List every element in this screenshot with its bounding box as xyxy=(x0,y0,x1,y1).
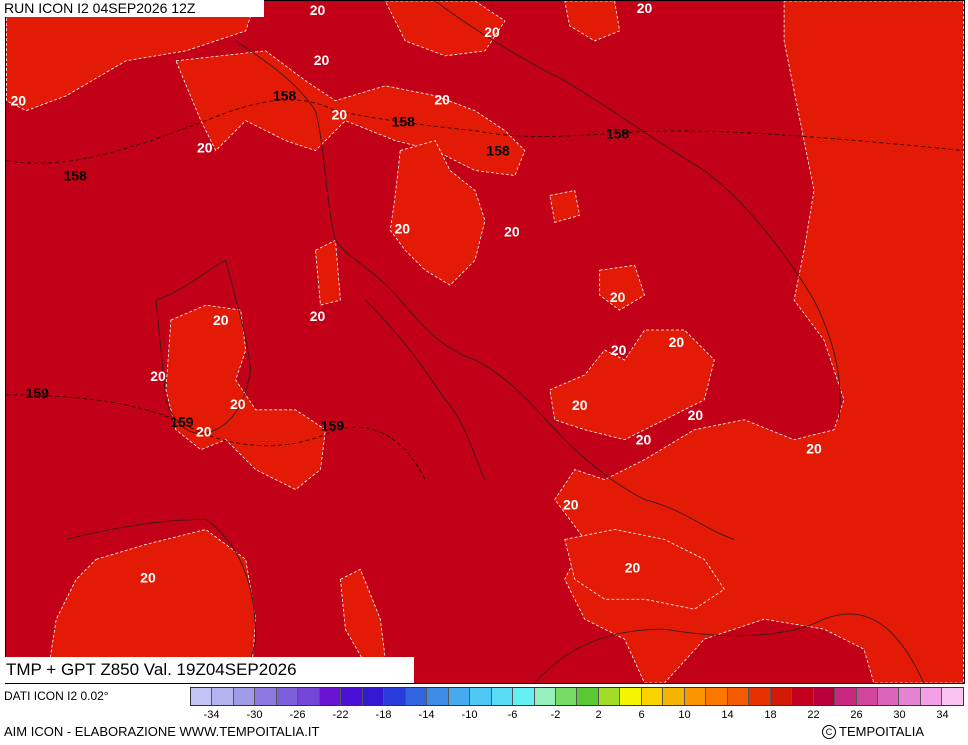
legend-tick-label: 6 xyxy=(638,709,645,721)
temp-label: 20 xyxy=(140,569,156,585)
weather-map: 20 20 20 20 20 20 20 20 20 20 20 20 20 2… xyxy=(5,0,965,684)
legend-swatch xyxy=(341,688,363,705)
temp-label: 20 xyxy=(230,396,246,412)
legend-tick-label: -30 xyxy=(246,709,263,721)
gpt-label: 158 xyxy=(273,88,297,104)
legend-tick-label: -14 xyxy=(418,709,435,721)
temp-label: 20 xyxy=(197,140,213,156)
gpt-label: 159 xyxy=(170,414,194,430)
legend-swatch xyxy=(706,688,728,705)
temp-label: 20 xyxy=(11,93,27,109)
legend-tick-label: 30 xyxy=(893,709,906,721)
copyright-icon: C xyxy=(822,725,836,739)
temp-label: 20 xyxy=(504,223,520,239)
legend-swatch xyxy=(792,688,814,705)
legend-swatch xyxy=(727,688,750,705)
legend-swatch xyxy=(427,688,449,705)
data-source-label: DATI ICON I2 0.02° xyxy=(4,689,109,703)
legend-swatch xyxy=(749,688,771,705)
legend-swatch xyxy=(620,688,642,705)
legend-swatch xyxy=(298,688,320,705)
legend-swatch xyxy=(577,688,599,705)
legend-swatch xyxy=(555,688,578,705)
legend-swatch xyxy=(878,688,900,705)
temp-label: 20 xyxy=(150,368,166,384)
temp-label: 20 xyxy=(310,308,326,324)
legend-swatch xyxy=(813,688,836,705)
legend-swatch xyxy=(598,688,621,705)
legend-swatch xyxy=(856,688,878,705)
legend-swatch xyxy=(899,688,921,705)
legend-tick-label: -6 xyxy=(507,709,518,721)
gpt-label: 158 xyxy=(486,143,510,159)
temp-label: 20 xyxy=(434,92,450,108)
legend-tick-label: -18 xyxy=(375,709,392,721)
legend-swatch xyxy=(942,688,963,705)
legend-swatch xyxy=(319,688,342,705)
legend-tick-label: -26 xyxy=(289,709,306,721)
run-label: RUN ICON I2 04SEP2026 12Z xyxy=(0,0,264,17)
legend-swatch xyxy=(255,688,277,705)
temp-label: 20 xyxy=(314,52,330,68)
legend-swatch xyxy=(513,688,535,705)
legend-swatch xyxy=(684,688,707,705)
legend-swatch xyxy=(641,688,664,705)
legend-tick-label: 26 xyxy=(850,709,863,721)
legend-swatch xyxy=(276,688,299,705)
color-legend xyxy=(190,687,964,706)
map-title: TMP + GPT Z850 Val. 19Z04SEP2026 xyxy=(0,657,414,683)
map-canvas: 20 20 20 20 20 20 20 20 20 20 20 20 20 2… xyxy=(6,1,964,683)
legend-swatch xyxy=(663,688,685,705)
temp-label: 20 xyxy=(611,342,627,358)
temp-label: 20 xyxy=(332,107,348,123)
legend-swatch xyxy=(920,688,943,705)
gpt-label: 158 xyxy=(392,114,416,130)
temp-label: 20 xyxy=(637,1,653,16)
legend-swatch xyxy=(770,688,793,705)
legend-swatch xyxy=(362,688,385,705)
legend-swatch xyxy=(448,688,471,705)
legend-swatch xyxy=(534,688,556,705)
temp-label: 20 xyxy=(688,407,704,423)
legend-tick-label: 18 xyxy=(764,709,777,721)
temp-label: 20 xyxy=(394,220,410,236)
legend-tick-label: 22 xyxy=(807,709,820,721)
legend-swatch xyxy=(405,688,428,705)
gpt-label: 159 xyxy=(26,385,50,401)
temp-label: 20 xyxy=(572,397,588,413)
legend-swatch xyxy=(491,688,514,705)
temp-label: 20 xyxy=(806,441,822,457)
brand-label: TEMPOITALIA xyxy=(839,724,924,739)
legend-tick-label: -34 xyxy=(203,709,220,721)
legend-tick-label: -22 xyxy=(332,709,349,721)
legend-tick-label: 2 xyxy=(595,709,602,721)
legend-swatch xyxy=(191,688,213,705)
temp-label: 20 xyxy=(310,2,326,18)
legend-swatch xyxy=(212,688,234,705)
temp-label: 20 xyxy=(213,312,229,328)
footer-brand[interactable]: C TEMPOITALIA xyxy=(822,724,924,740)
gpt-label: 158 xyxy=(606,126,630,142)
legend-tick-label: 10 xyxy=(678,709,691,721)
temp-label: 20 xyxy=(636,432,652,448)
temp-label: 20 xyxy=(196,424,212,440)
temp-label: 20 xyxy=(40,20,56,36)
legend-tick-label: -10 xyxy=(461,709,478,721)
footer-source: AIM ICON - ELABORAZIONE WWW.TEMPOITALIA.… xyxy=(4,724,320,739)
legend-tick-label: -2 xyxy=(550,709,561,721)
temp-label: 20 xyxy=(484,24,500,40)
gpt-label: 159 xyxy=(321,418,345,434)
legend-swatch xyxy=(233,688,256,705)
legend-tick-label: 34 xyxy=(936,709,949,721)
temp-label: 20 xyxy=(625,559,641,575)
temp-label: 20 xyxy=(563,497,579,513)
legend-swatch xyxy=(835,688,857,705)
temp-label: 20 xyxy=(610,289,626,305)
legend-swatch xyxy=(470,688,492,705)
legend-ticks: -34 -30 -26 -22 -18 -14 -10 -6 -2 2 6 10 14 18 22 26 30 3… xyxy=(190,708,964,722)
legend-tick-label: 14 xyxy=(721,709,734,721)
gpt-label: 158 xyxy=(64,167,88,183)
legend-swatch xyxy=(384,688,406,705)
temp-label: 20 xyxy=(669,334,685,350)
